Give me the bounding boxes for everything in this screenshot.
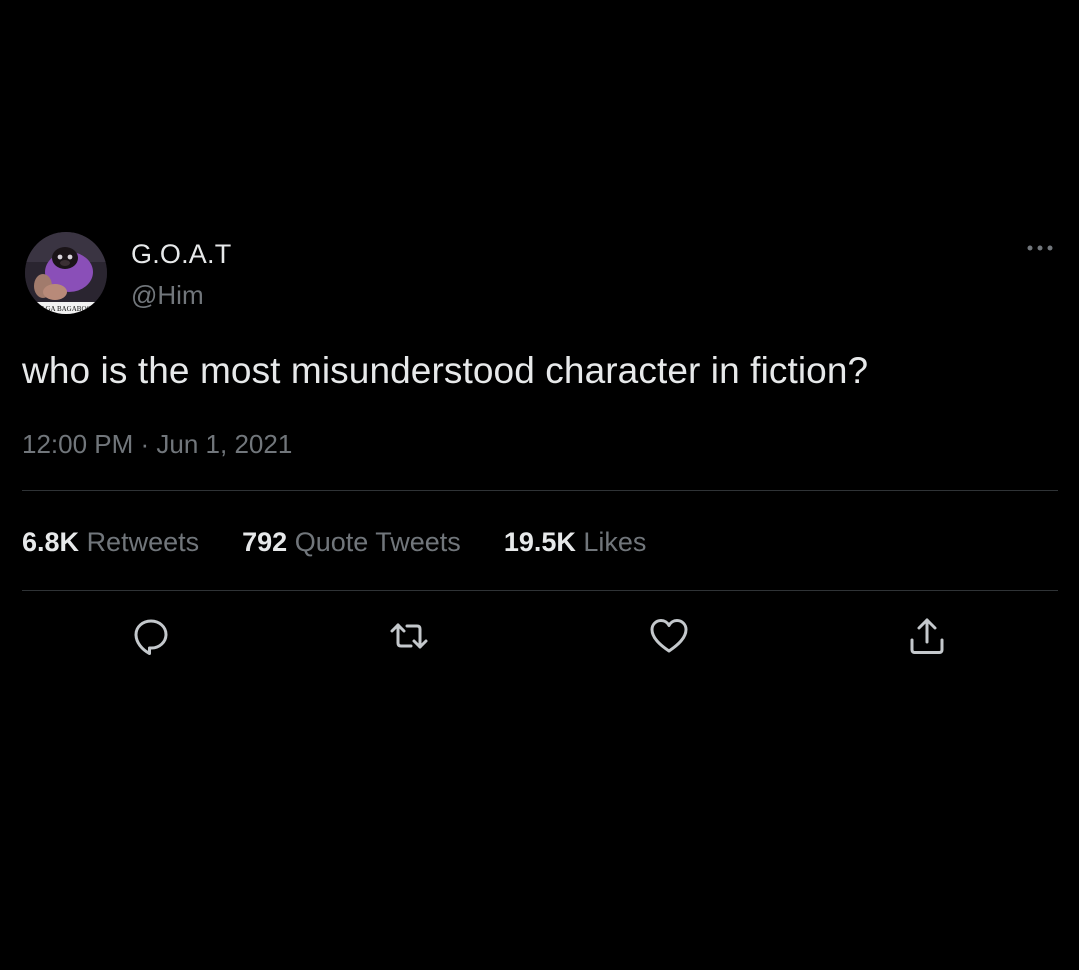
retweet-button[interactable]	[389, 616, 429, 656]
tweet-text: who is the most misunderstood character …	[22, 350, 869, 391]
quote-tweets-label: Quote Tweets	[294, 527, 461, 557]
tweet-timestamp[interactable]: 12:00 PM · Jun 1, 2021	[22, 429, 292, 460]
avatar[interactable]: AGA BAGABOO	[25, 232, 107, 314]
likes-label: Likes	[583, 527, 647, 557]
avatar-caption: AGA BAGABOO	[40, 305, 91, 313]
more-options-button[interactable]	[1024, 238, 1056, 258]
share-button[interactable]	[907, 616, 947, 656]
tweet-actions	[22, 616, 1058, 656]
tweet-detail: AGA BAGABOO G.O.A.T @Him who is the most…	[22, 232, 1058, 655]
more-dots-icon	[1027, 245, 1053, 251]
retweets-count: 6.8K	[22, 527, 80, 557]
retweet-icon	[390, 623, 428, 649]
likes-count: 19.5K	[503, 527, 576, 557]
retweets-stat[interactable]: 6.8K Retweets	[22, 527, 199, 558]
quote-tweets-stat[interactable]: 792 Quote Tweets	[242, 527, 461, 558]
reply-button[interactable]	[131, 616, 171, 656]
like-button[interactable]	[649, 616, 689, 656]
display-name[interactable]: G.O.A.T	[131, 239, 231, 270]
avatar-image: AGA BAGABOO	[25, 232, 107, 314]
quote-tweets-count: 792	[242, 527, 288, 557]
likes-stat[interactable]: 19.5K Likes	[504, 527, 647, 558]
tweet-stats: 6.8K Retweets 792 Quote Tweets 19.5K Lik…	[22, 527, 646, 558]
user-handle[interactable]: @Him	[131, 280, 204, 311]
like-icon	[650, 619, 688, 653]
divider	[22, 490, 1058, 491]
divider	[22, 590, 1058, 591]
reply-icon	[134, 619, 168, 655]
tweet-header: AGA BAGABOO G.O.A.T @Him	[22, 232, 1058, 314]
retweets-label: Retweets	[86, 527, 200, 557]
share-icon	[910, 618, 944, 654]
